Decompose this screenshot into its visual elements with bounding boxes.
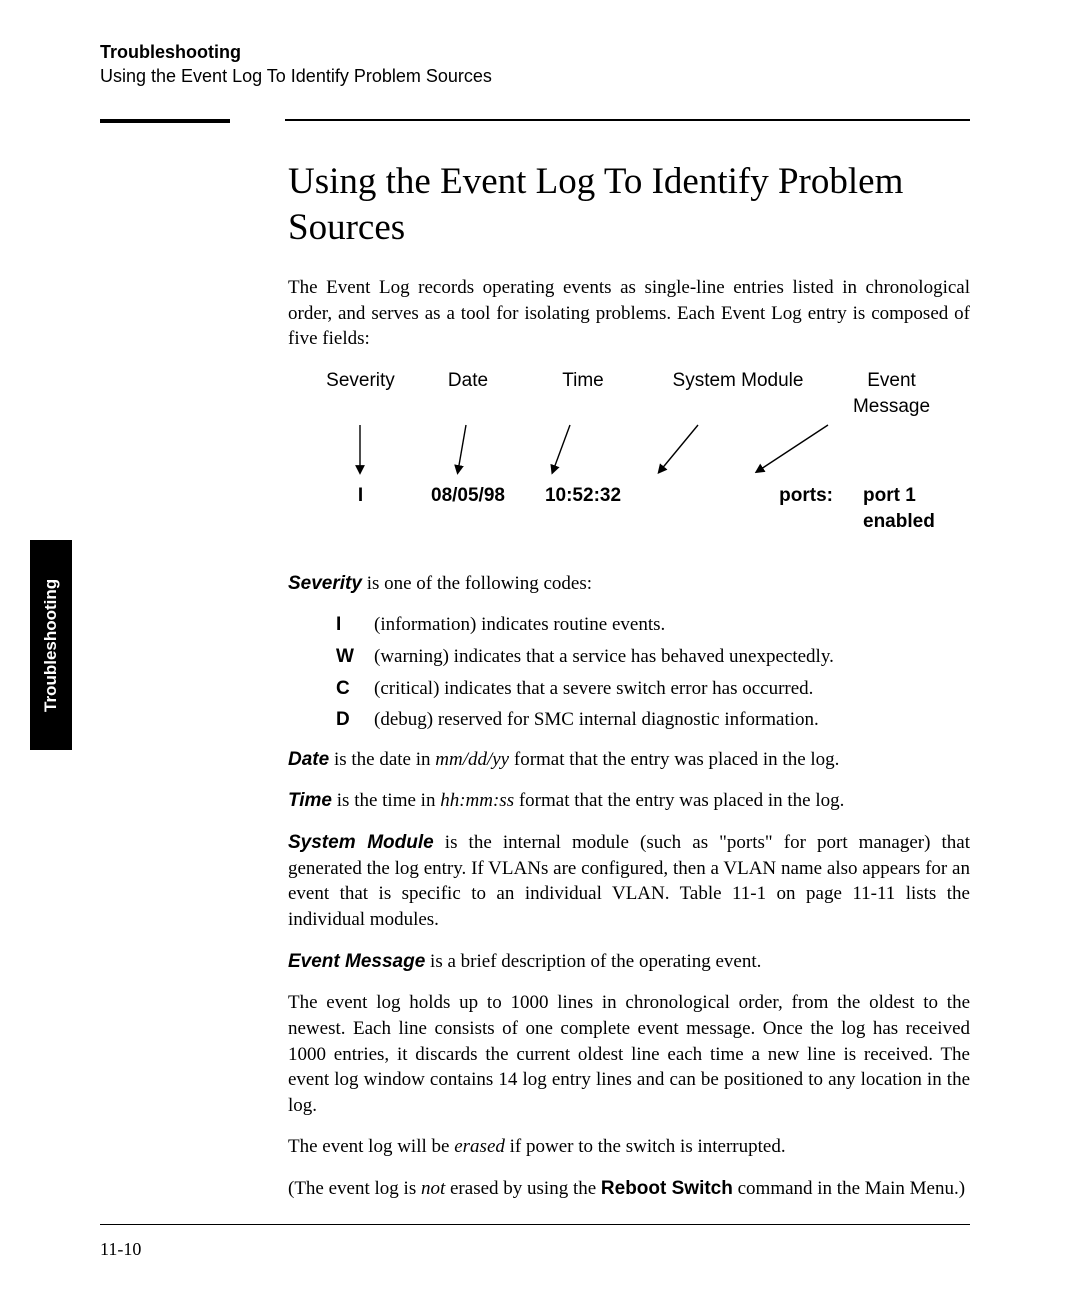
- code-w: W: [336, 644, 374, 670]
- module-term: System Module: [288, 832, 434, 853]
- date-term: Date: [288, 749, 329, 770]
- erased-line: The event log will be erased if power to…: [288, 1134, 970, 1160]
- event-message-line: Event Message is a brief description of …: [288, 949, 970, 975]
- diagram-labels-row: Severity Date Time System Module Event M…: [308, 368, 950, 419]
- code-d: D: [336, 707, 374, 733]
- module-line: System Module is the internal module (su…: [288, 830, 970, 933]
- severity-term: Severity: [288, 573, 362, 594]
- value-message: port 1 enabled: [863, 483, 950, 534]
- severity-row-i: I (information) indicates routine events…: [336, 612, 970, 638]
- desc-i: (information) indicates routine events.: [374, 612, 970, 638]
- code-c: C: [336, 676, 374, 702]
- page: Troubleshooting Using the Event Log To I…: [0, 0, 1080, 1310]
- reboot-not-ital: not: [421, 1178, 445, 1199]
- footer-rule: [100, 1224, 970, 1225]
- event-log-diagram: Severity Date Time System Module Event M…: [308, 368, 950, 535]
- diagram-values-row: I 08/05/98 10:52:32 ports: port 1 enable…: [308, 483, 950, 534]
- diagram-arrows: [308, 423, 928, 479]
- desc-d: (debug) reserved for SMC internal diagno…: [374, 707, 970, 733]
- value-module: ports:: [643, 483, 863, 534]
- reboot-switch-cmd: Reboot Switch: [601, 1178, 733, 1199]
- time-term: Time: [288, 790, 332, 811]
- side-tab-troubleshooting: Troubleshooting: [30, 540, 72, 750]
- label-message: Event Message: [833, 368, 950, 419]
- rule-long: [285, 119, 970, 121]
- value-time: 10:52:32: [523, 483, 643, 534]
- rule-short: [100, 119, 230, 123]
- desc-w: (warning) indicates that a service has b…: [374, 644, 970, 670]
- content-column: Using the Event Log To Identify Problem …: [288, 119, 970, 1202]
- code-i: I: [336, 612, 374, 638]
- date-format: mm/dd/yy: [435, 749, 509, 770]
- desc-c: (critical) indicates that a severe switc…: [374, 676, 970, 702]
- event-message-term: Event Message: [288, 951, 425, 972]
- label-module: System Module: [643, 368, 833, 419]
- label-date: Date: [413, 368, 523, 419]
- time-line: Time is the time in hh:mm:ss format that…: [288, 788, 970, 814]
- log-capacity-paragraph: The event log holds up to 1000 lines in …: [288, 990, 970, 1118]
- running-header: Troubleshooting Using the Event Log To I…: [100, 40, 970, 89]
- label-severity: Severity: [308, 368, 413, 419]
- severity-row-c: C (critical) indicates that a severe swi…: [336, 676, 970, 702]
- value-severity: I: [308, 483, 413, 534]
- time-format: hh:mm:ss: [440, 790, 514, 811]
- page-title: Using the Event Log To Identify Problem …: [288, 159, 970, 252]
- header-section: Using the Event Log To Identify Problem …: [100, 64, 970, 88]
- section-rule: [288, 119, 970, 131]
- header-chapter: Troubleshooting: [100, 40, 970, 64]
- severity-rest: is one of the following codes:: [362, 573, 592, 594]
- severity-lead: Severity is one of the following codes:: [288, 571, 970, 597]
- erased-ital: erased: [454, 1136, 505, 1157]
- intro-paragraph: The Event Log records operating events a…: [288, 275, 970, 352]
- severity-row-d: D (debug) reserved for SMC internal diag…: [336, 707, 970, 733]
- label-time: Time: [523, 368, 643, 419]
- date-line: Date is the date in mm/dd/yy format that…: [288, 747, 970, 773]
- severity-row-w: W (warning) indicates that a service has…: [336, 644, 970, 670]
- reboot-line: (The event log is not erased by using th…: [288, 1176, 970, 1202]
- value-date: 08/05/98: [413, 483, 523, 534]
- severity-code-list: I (information) indicates routine events…: [336, 612, 970, 733]
- page-number: 11-10: [100, 1239, 970, 1260]
